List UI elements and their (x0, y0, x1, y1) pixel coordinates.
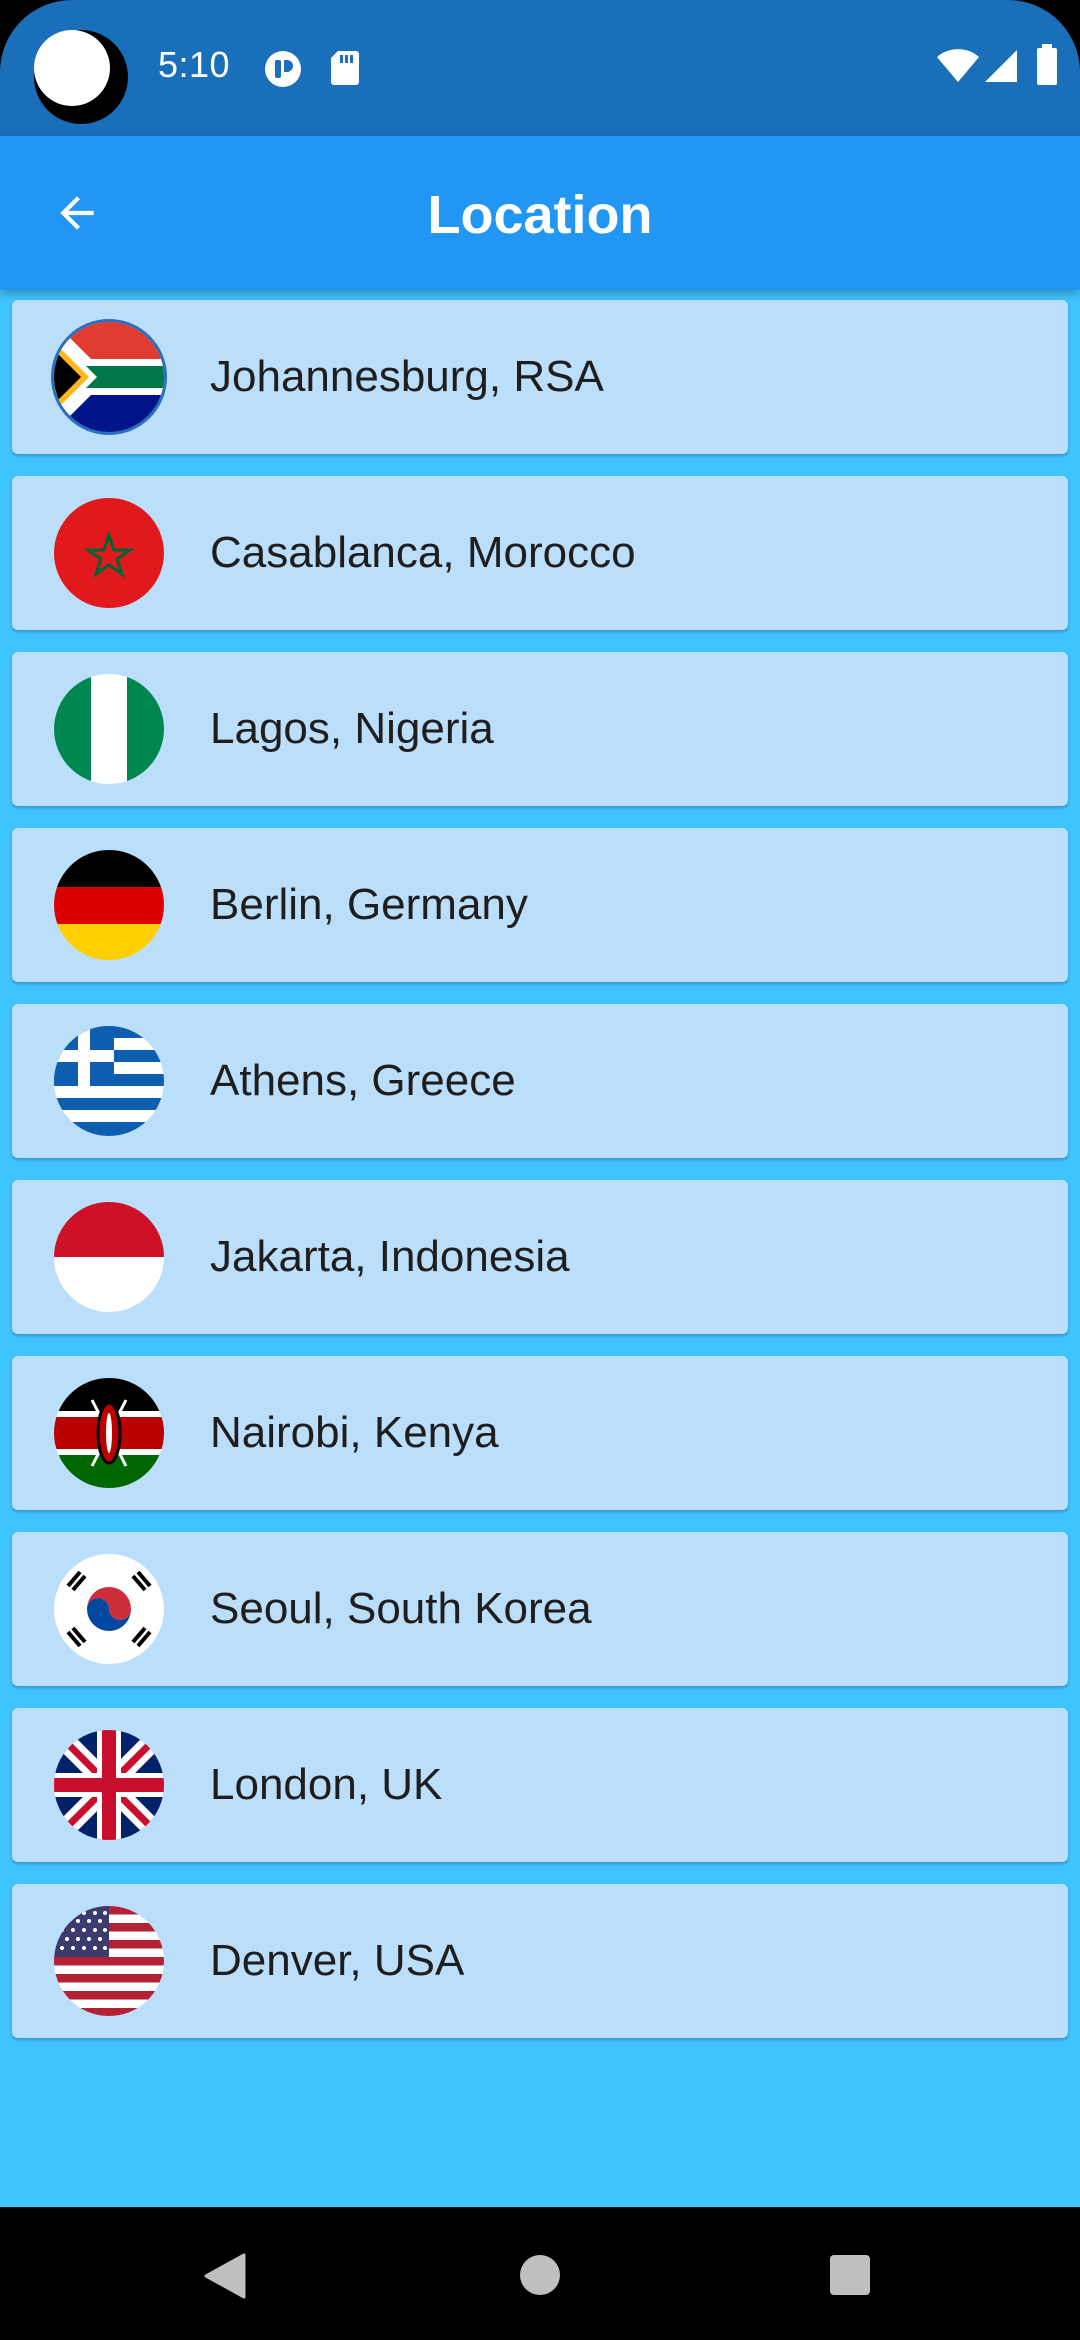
location-label: London, UK (210, 1760, 443, 1809)
kenya-flag-icon (54, 1378, 164, 1488)
greece-flag-icon (54, 1026, 164, 1136)
back-triangle-icon[interactable] (200, 2251, 250, 2301)
sd-card-icon (331, 51, 359, 85)
status-bar: 5:10 (0, 0, 1080, 136)
uk-flag-icon (54, 1730, 164, 1840)
location-label: Seoul, South Korea (210, 1584, 592, 1633)
location-item-jakarta[interactable]: Jakarta, Indonesia (12, 1180, 1068, 1334)
location-item-johannesburg[interactable]: Johannesburg, RSA (12, 300, 1068, 454)
app-notification-icon (265, 51, 301, 87)
cellular-signal-icon (985, 50, 1017, 82)
location-label: Nairobi, Kenya (210, 1408, 499, 1457)
location-item-berlin[interactable]: Berlin, Germany (12, 828, 1068, 982)
nigeria-flag-icon (54, 674, 164, 784)
germany-flag-icon (54, 850, 164, 960)
system-nav-bar (0, 2207, 1080, 2340)
app-bar: Location (0, 136, 1080, 290)
location-label: Denver, USA (210, 1936, 465, 1985)
south-korea-flag-icon (54, 1554, 164, 1664)
location-item-london[interactable]: London, UK (12, 1708, 1068, 1862)
location-item-lagos[interactable]: Lagos, Nigeria (12, 652, 1068, 806)
usa-flag-icon (54, 1906, 164, 2016)
location-item-seoul[interactable]: Seoul, South Korea (12, 1532, 1068, 1686)
wifi-icon (937, 49, 979, 82)
home-circle-icon[interactable] (518, 2253, 562, 2297)
location-label: Athens, Greece (210, 1056, 516, 1105)
morocco-flag-icon (54, 498, 164, 608)
recents-square-icon[interactable] (828, 2253, 872, 2297)
location-item-nairobi[interactable]: Nairobi, Kenya (12, 1356, 1068, 1510)
battery-icon (1037, 44, 1057, 85)
location-item-athens[interactable]: Athens, Greece (12, 1004, 1068, 1158)
status-time: 5:10 (158, 44, 231, 85)
location-list-container: Johannesburg, RSA Casablanca, Morocco La… (0, 290, 1080, 2207)
location-label: Jakarta, Indonesia (210, 1232, 570, 1281)
south-africa-flag-icon (54, 322, 164, 432)
location-label: Lagos, Nigeria (210, 704, 494, 753)
location-label: Berlin, Germany (210, 880, 528, 929)
location-item-denver[interactable]: Denver, USA (12, 1884, 1068, 2038)
location-item-casablanca[interactable]: Casablanca, Morocco (12, 476, 1068, 630)
location-label: Casablanca, Morocco (210, 528, 636, 577)
camera-cutout (34, 30, 128, 124)
phone-screen: 5:10 Location Johannesburg, RSA Casablan… (0, 0, 1080, 2340)
location-label: Johannesburg, RSA (210, 352, 604, 401)
page-title: Location (427, 185, 653, 245)
indonesia-flag-icon (54, 1202, 164, 1312)
